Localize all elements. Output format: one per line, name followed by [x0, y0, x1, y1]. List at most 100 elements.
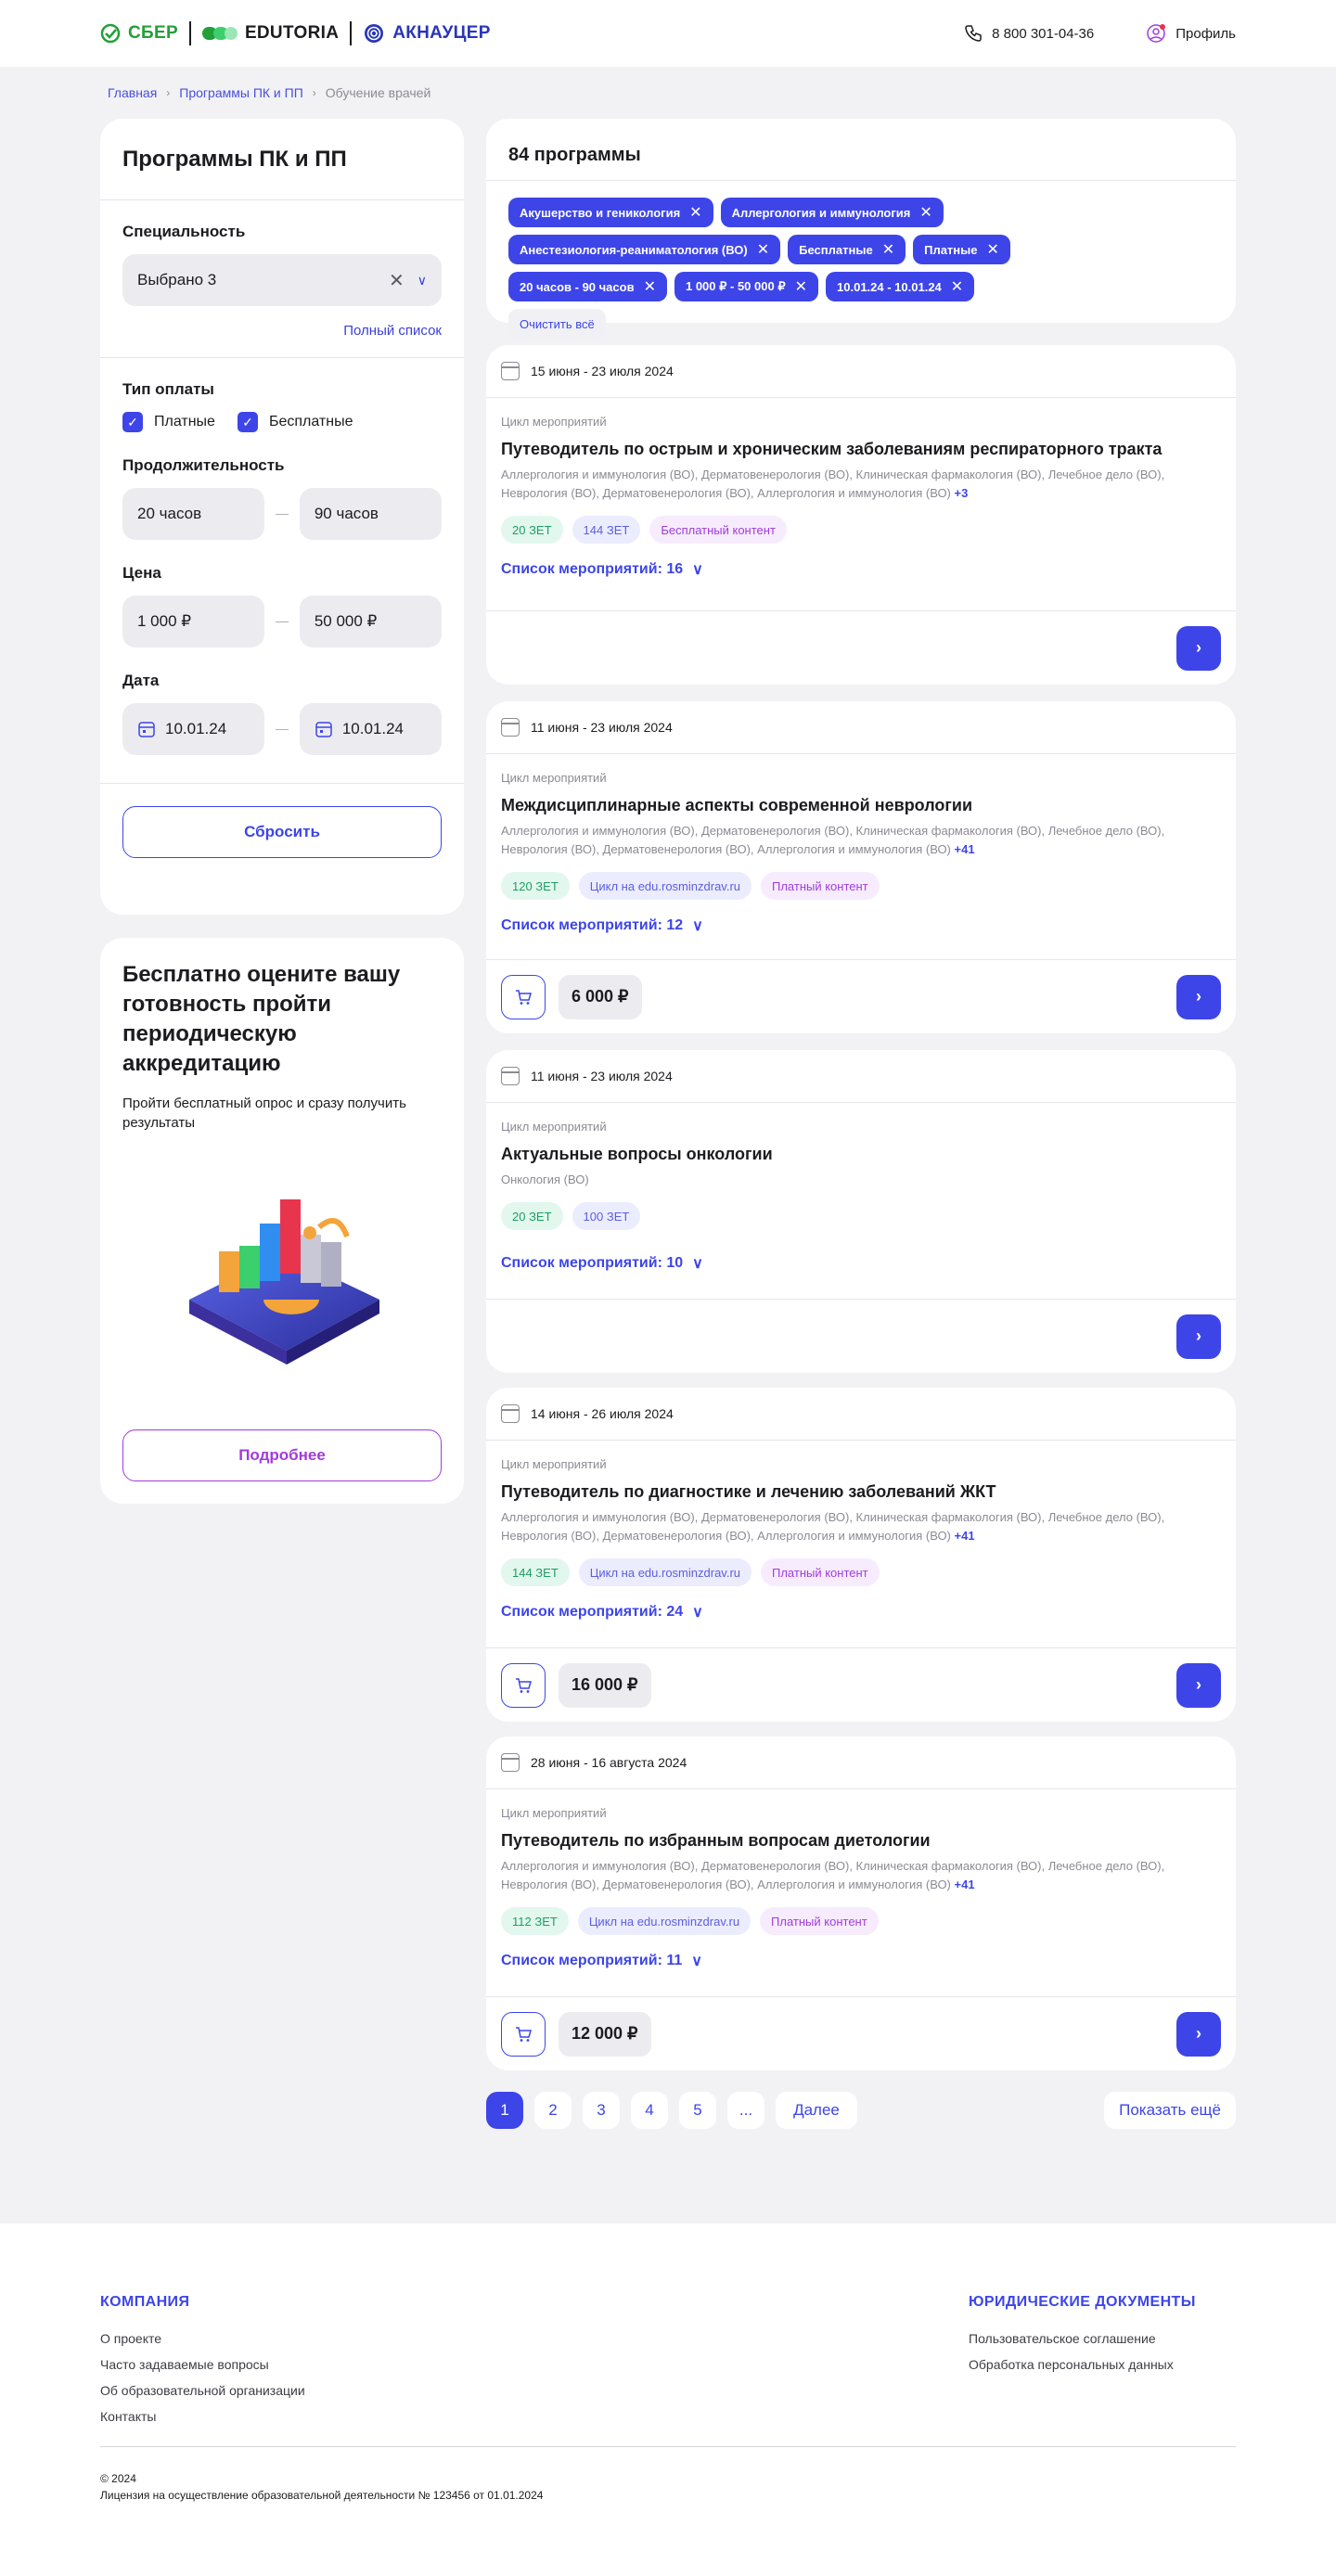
card-title[interactable]: Путеводитель по острым и хроническим заб… [501, 438, 1221, 460]
events-list-toggle[interactable]: Список мероприятий: 24 ∨ [501, 1603, 1221, 1621]
add-to-cart-button[interactable] [501, 974, 546, 1019]
open-program-button[interactable]: › [1176, 2011, 1221, 2057]
close-icon[interactable]: ✕ [795, 277, 807, 296]
close-icon[interactable]: ✕ [644, 277, 656, 296]
filter-chip[interactable]: Акушерство и геникология ✕ [508, 198, 713, 227]
card-specialties-text: Аллергология и иммунология (ВО), Дермато… [501, 1510, 1165, 1543]
phone-link[interactable]: 8 800 301-04-36 [964, 24, 1094, 43]
page-button[interactable]: 4 [631, 2092, 668, 2129]
card-body: Цикл мероприятий Актуальные вопросы онко… [486, 1103, 1236, 1273]
free-checkbox[interactable]: ✓ Бесплатные [237, 412, 353, 432]
price-from-input[interactable]: 1 000 ₽ [122, 596, 265, 647]
full-list-link[interactable]: Полный список [122, 323, 442, 339]
filter-chip[interactable]: 1 000 ₽ - 50 000 ₽ ✕ [674, 272, 819, 301]
date-to-input[interactable]: 10.01.24 [299, 703, 442, 755]
duration-from-input[interactable]: 20 часов [122, 488, 265, 540]
close-icon[interactable]: ✕ [689, 203, 701, 222]
add-to-cart-button[interactable] [501, 2011, 546, 2057]
card-title[interactable]: Актуальные вопросы онкологии [501, 1143, 1221, 1165]
footer-link-about[interactable]: О проекте [100, 2326, 305, 2352]
next-page-button[interactable]: Далее [776, 2092, 857, 2129]
card-tags: 20 ЗЕТ 144 ЗЕТ Бесплатный контент [501, 516, 1221, 544]
more-specialties-link[interactable]: +41 [955, 1878, 975, 1891]
license-text: Лицензия на осуществление образовательно… [100, 2489, 544, 2502]
show-more-button[interactable]: Показать ещё [1104, 2092, 1236, 2129]
filter-chip[interactable]: Бесплатные ✕ [788, 235, 906, 264]
chevron-down-icon[interactable]: ∨ [418, 273, 427, 288]
paid-checkbox[interactable]: ✓ Платные [122, 412, 215, 432]
more-specialties-link[interactable]: +41 [955, 842, 975, 856]
page-ellipsis[interactable]: ... [727, 2092, 764, 2129]
chevron-right-icon: › [1196, 1326, 1201, 1345]
cart-icon [516, 2026, 532, 2042]
duration-label: Продолжительность [122, 456, 285, 474]
phone-icon [965, 25, 982, 42]
program-card: 14 июня - 26 июля 2024 Цикл мероприятий … [486, 1388, 1236, 1722]
events-list-toggle[interactable]: Список мероприятий: 16 ∨ [501, 560, 1221, 579]
footer-link-agreement[interactable]: Пользовательское соглашение [969, 2326, 1196, 2352]
close-icon[interactable]: ✕ [882, 240, 894, 259]
active-filter-chips: Акушерство и геникология ✕ Аллергология и… [486, 181, 1080, 339]
open-program-button[interactable]: › [1176, 974, 1221, 1019]
breadcrumb-home[interactable]: Главная [108, 85, 157, 100]
akn-logo[interactable]: АКНАУЦЕР [363, 22, 490, 45]
footer-link-contacts[interactable]: Контакты [100, 2403, 305, 2429]
close-icon[interactable]: ✕ [919, 203, 931, 222]
filter-chip[interactable]: 10.01.24 - 10.01.24 ✕ [826, 272, 975, 301]
card-footer: › [486, 610, 1236, 685]
price-to-input[interactable]: 50 000 ₽ [299, 596, 442, 647]
promo-more-button[interactable]: Подробнее [122, 1429, 442, 1481]
footer-copyright: © 2024 Лицензия на осуществление образов… [100, 2470, 543, 2504]
page-button[interactable]: 5 [679, 2092, 716, 2129]
reset-button[interactable]: Сбросить [122, 806, 442, 858]
open-program-button[interactable]: › [1176, 625, 1221, 671]
footer-link-privacy[interactable]: Обработка персональных данных [969, 2352, 1196, 2377]
sber-logo[interactable]: СБЕР [100, 23, 178, 44]
page-button[interactable]: 3 [583, 2092, 620, 2129]
close-icon[interactable]: ✕ [757, 240, 769, 259]
card-footer: › [486, 1299, 1236, 1373]
zet-badge: 100 ЗЕТ [572, 1202, 641, 1230]
clear-icon[interactable]: ✕ [389, 269, 405, 292]
filter-chip[interactable]: Аллергология и иммунология ✕ [720, 198, 944, 227]
page-button[interactable]: 1 [486, 2092, 523, 2129]
zet-badge: 144 ЗЕТ [501, 1558, 570, 1586]
footer-link-faq[interactable]: Часто задаваемые вопросы [100, 2352, 305, 2377]
filters-panel: Программы ПК и ПП Специальность Выбрано … [100, 119, 464, 915]
card-date-row: 11 июня - 23 июля 2024 [486, 1050, 1236, 1102]
more-specialties-link[interactable]: +3 [955, 486, 969, 500]
add-to-cart-button[interactable] [501, 1662, 546, 1708]
site-header: СБЕР EDUTORIA АКНАУЦЕР 8 800 301-04-36 П… [0, 0, 1336, 67]
filter-chip[interactable]: 20 часов - 90 часов ✕ [508, 272, 667, 301]
card-title[interactable]: Путеводитель по диагностике и лечению за… [501, 1480, 1221, 1503]
close-icon[interactable]: ✕ [986, 240, 998, 259]
more-specialties-link[interactable]: +41 [955, 1529, 975, 1543]
logo-group: СБЕР EDUTORIA АКНАУЦЕР [100, 21, 491, 45]
chart-illustration-icon [189, 1199, 379, 1365]
edutoria-logo[interactable]: EDUTORIA [201, 23, 339, 44]
breadcrumb-programs[interactable]: Программы ПК и ПП [179, 85, 302, 100]
events-list-toggle[interactable]: Список мероприятий: 12 ∨ [501, 916, 1221, 935]
site-footer: КОМПАНИЯ О проекте Часто задаваемые вопр… [0, 2224, 1336, 2576]
filter-chip[interactable]: Анестезиология-реаниматология (ВО) ✕ [508, 235, 781, 264]
events-list-toggle[interactable]: Список мероприятий: 10 ∨ [501, 1254, 1221, 1273]
events-list-toggle[interactable]: Список мероприятий: 11 ∨ [501, 1952, 1221, 1970]
filter-chip[interactable]: Платные ✕ [913, 235, 1010, 264]
filter-chip-label: Платные [924, 242, 978, 257]
specialty-select[interactable]: Выбрано 3 ✕ ∨ [122, 254, 442, 306]
open-program-button[interactable]: › [1176, 1662, 1221, 1708]
close-icon[interactable]: ✕ [951, 277, 963, 296]
page-button[interactable]: 2 [534, 2092, 572, 2129]
open-program-button[interactable]: › [1176, 1314, 1221, 1359]
duration-to-input[interactable]: 90 часов [299, 488, 442, 540]
profile-link[interactable]: Профиль [1146, 23, 1236, 44]
payment-filter: Тип оплаты ✓ Платные ✓ Бесплатные [100, 358, 464, 432]
card-title[interactable]: Путеводитель по избранным вопросам дието… [501, 1829, 1221, 1852]
results-summary: 84 программы Акушерство и геникология ✕ А… [486, 119, 1236, 339]
card-title[interactable]: Междисциплинарные аспекты современной не… [501, 794, 1221, 816]
promo-title: Бесплатно оцените вашу готовность пройти… [122, 962, 401, 1076]
content-badge: Платный контент [761, 872, 880, 900]
footer-link-organization[interactable]: Об образовательной организации [100, 2377, 305, 2403]
clear-all-button[interactable]: Очистить всё [508, 309, 606, 339]
date-from-input[interactable]: 10.01.24 [122, 703, 265, 755]
